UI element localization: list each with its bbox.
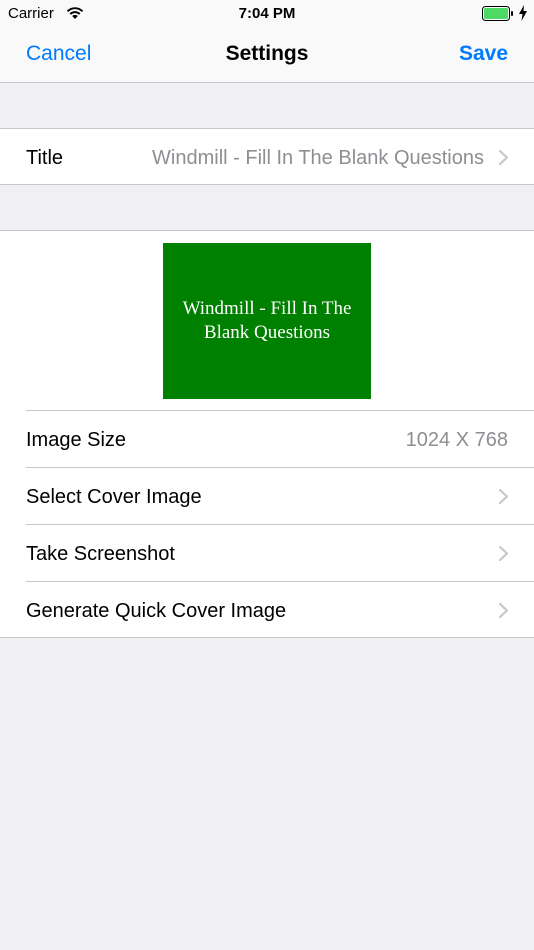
cover-preview-area: Windmill - Fill In The Blank Questions <box>0 231 534 411</box>
generate-quick-cover-image-row[interactable]: Generate Quick Cover Image <box>0 582 534 639</box>
image-size-label: Image Size <box>26 429 127 451</box>
take-screenshot-label: Take Screenshot <box>26 543 175 565</box>
status-bar: Carrier 7:04 PM <box>0 0 534 28</box>
status-time: 7:04 PM <box>238 5 296 22</box>
title-row[interactable]: Title Windmill - Fill In The Blank Quest… <box>0 129 534 186</box>
chevron-right-icon <box>498 149 509 166</box>
chevron-right-icon <box>498 545 509 562</box>
image-size-value: 1024 X 768 <box>405 429 508 451</box>
chevron-right-icon <box>498 488 509 505</box>
cancel-button[interactable]: Cancel <box>26 42 91 66</box>
title-value: Windmill - Fill In The Blank Questions <box>152 147 484 169</box>
chevron-right-icon <box>498 602 509 619</box>
charging-bolt-icon <box>519 5 527 21</box>
navigation-bar: Cancel Settings Save <box>0 28 534 83</box>
image-size-row: Image Size 1024 X 768 <box>0 411 534 468</box>
cover-section: Windmill - Fill In The Blank Questions I… <box>0 230 534 638</box>
title-section: Title Windmill - Fill In The Blank Quest… <box>0 128 534 185</box>
save-button[interactable]: Save <box>459 42 508 66</box>
generate-quick-cover-image-label: Generate Quick Cover Image <box>26 600 287 622</box>
cover-preview-text: Windmill - Fill In The Blank Questions <box>182 298 352 343</box>
take-screenshot-row[interactable]: Take Screenshot <box>0 525 534 582</box>
select-cover-image-row[interactable]: Select Cover Image <box>0 468 534 525</box>
cover-image-preview: Windmill - Fill In The Blank Questions <box>163 243 371 399</box>
title-label: Title <box>26 147 64 169</box>
select-cover-image-label: Select Cover Image <box>26 486 202 508</box>
battery-icon <box>482 6 513 21</box>
